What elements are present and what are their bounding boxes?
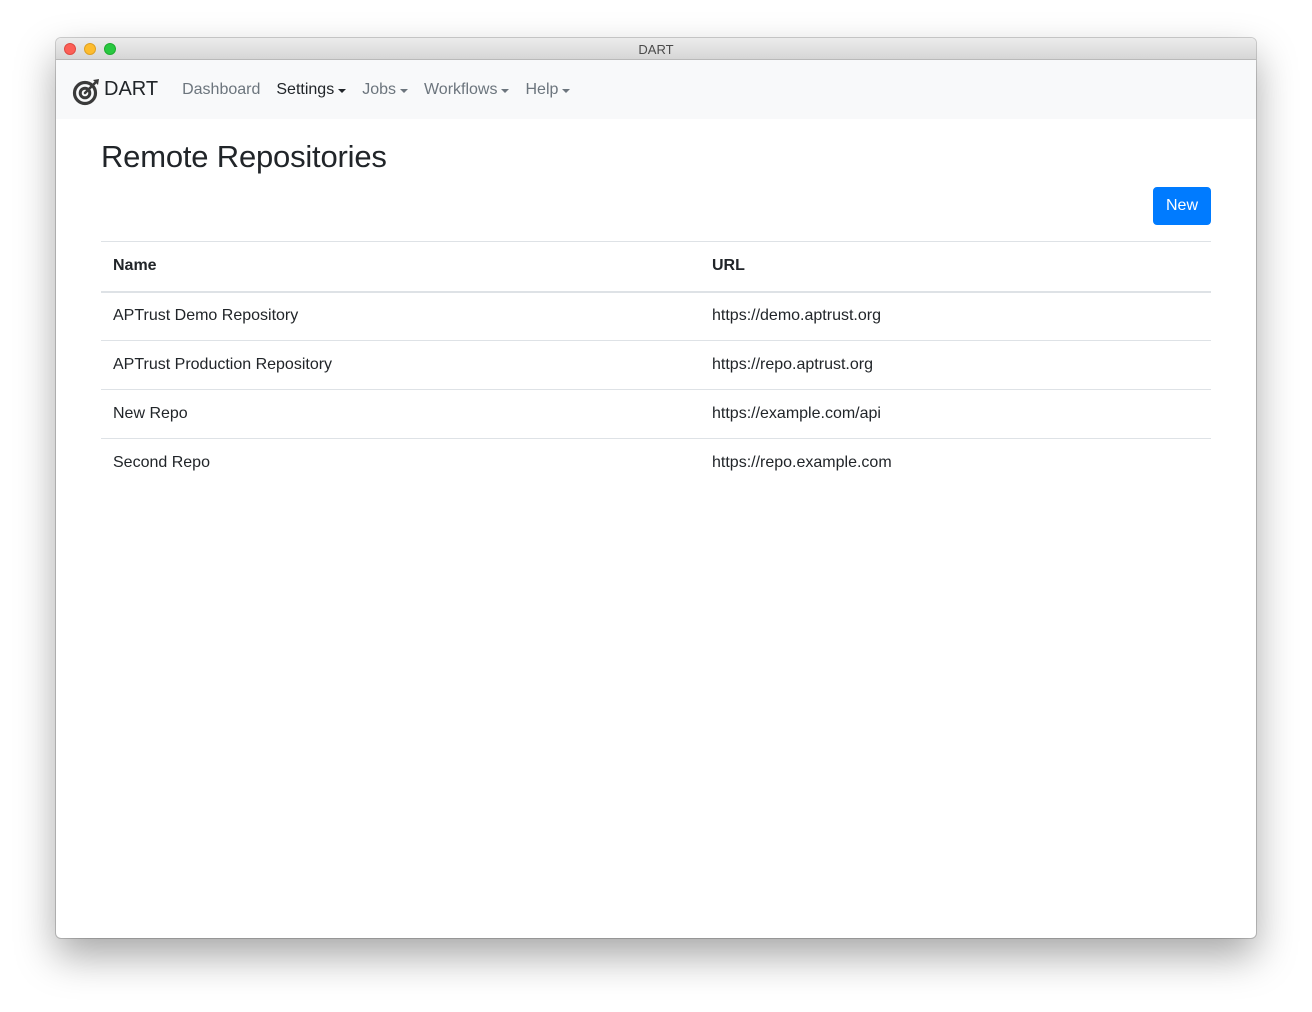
- repo-name-cell: APTrust Production Repository: [101, 340, 700, 390]
- brand-link[interactable]: DART: [72, 74, 158, 106]
- nav-dashboard[interactable]: Dashboard: [182, 81, 260, 99]
- app-window: DART DART Dashboard Settings Jobs Workfl…: [56, 38, 1256, 938]
- caret-down-icon: [399, 88, 408, 93]
- table-row[interactable]: APTrust Production Repository https://re…: [101, 340, 1211, 390]
- nav-dashboard-label: Dashboard: [182, 80, 261, 98]
- caret-down-icon: [501, 88, 510, 93]
- repo-url-cell: https://repo.aptrust.org: [700, 340, 1211, 390]
- navbar: DART Dashboard Settings Jobs Workflows H…: [56, 60, 1256, 119]
- nav-workflows-dropdown[interactable]: Workflows: [424, 81, 510, 99]
- table-row[interactable]: Second Repo https://repo.example.com: [101, 438, 1211, 488]
- nav-settings-dropdown[interactable]: Settings: [276, 80, 347, 99]
- nav-settings-label: Settings: [276, 80, 335, 98]
- page-title: Remote Repositories: [101, 139, 387, 174]
- repo-name-cell: New Repo: [101, 389, 700, 439]
- repo-name-cell: APTrust Demo Repository: [113, 307, 299, 325]
- repo-url-cell: https://example.com/api: [700, 389, 1211, 439]
- table-header-row: Name URL: [101, 241, 1211, 293]
- nav-jobs-dropdown[interactable]: Jobs: [362, 81, 408, 99]
- nav-help-dropdown[interactable]: Help: [525, 80, 571, 99]
- caret-down-icon: [562, 88, 571, 93]
- repo-name-cell: Second Repo: [101, 438, 700, 488]
- toolbar: New: [101, 187, 1211, 225]
- column-header-name: Name: [101, 241, 700, 293]
- nav-help-label: Help: [525, 80, 559, 98]
- repo-url-cell: https://demo.aptrust.org: [712, 307, 881, 325]
- new-repository-button[interactable]: New: [1152, 187, 1211, 225]
- caret-down-icon: [338, 88, 347, 93]
- table-row[interactable]: New Repo https://example.com/api: [101, 389, 1211, 439]
- main-content: Remote Repositories New Name URL APTrust…: [56, 139, 1256, 488]
- repositories-table: Name URL APTrust Demo Repository https:/…: [101, 241, 1211, 488]
- title-bar: DART: [56, 38, 1256, 60]
- target-dart-icon: [72, 78, 99, 105]
- table-row[interactable]: APTrust Demo Repository https://demo.apt…: [101, 292, 1211, 341]
- nav-workflows-label: Workflows: [423, 80, 498, 98]
- window-title: DART: [638, 42, 674, 57]
- column-header-url: URL: [700, 241, 1211, 293]
- nav-jobs-label: Jobs: [362, 80, 396, 98]
- brand-name: DART: [104, 78, 159, 100]
- repo-url-cell: https://repo.example.com: [700, 438, 1211, 488]
